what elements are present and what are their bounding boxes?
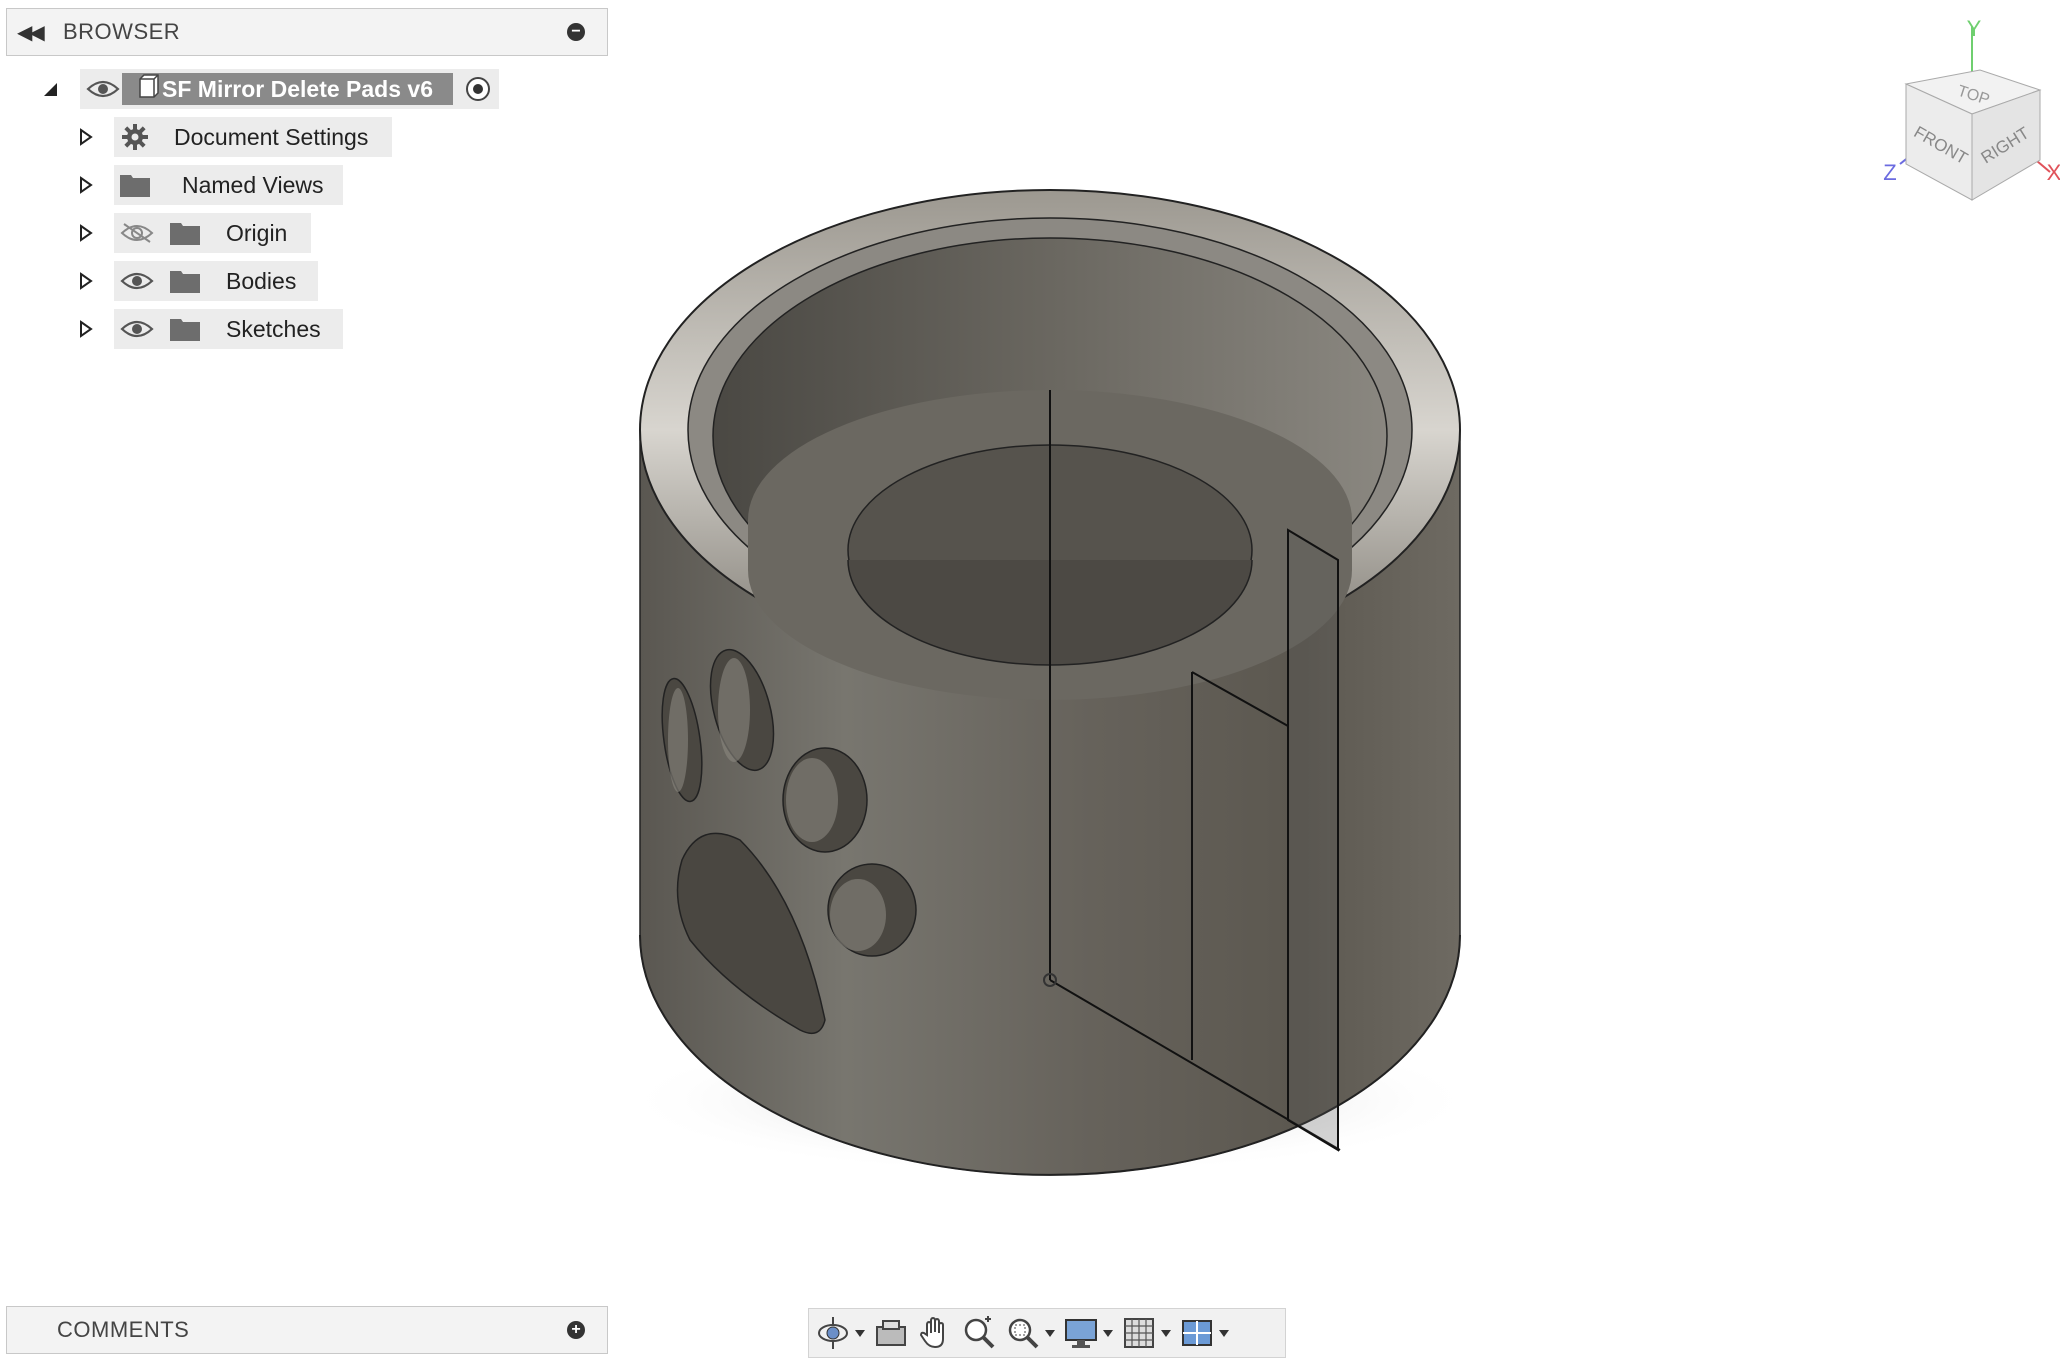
component-icon (134, 73, 162, 106)
bodies-label: Bodies (226, 267, 297, 294)
tree-item-bodies[interactable]: Bodies (76, 260, 319, 302)
eye-icon[interactable] (84, 79, 122, 99)
tree-item-document-settings[interactable]: Document Settings (76, 116, 393, 158)
grid-icon (1121, 1315, 1157, 1351)
eye-icon[interactable] (118, 271, 156, 291)
named-views-label: Named Views (182, 171, 324, 198)
viewcube[interactable]: TOP FRONT RIGHT Y Z X (1860, 14, 2062, 219)
zoom-icon (961, 1315, 997, 1351)
display-settings-button[interactable] (1063, 1313, 1113, 1353)
fit-button[interactable] (1005, 1313, 1055, 1353)
pan-button[interactable] (917, 1313, 953, 1353)
browser-panel-header: ◀◀ BROWSER − (6, 8, 608, 56)
document-settings-chip[interactable]: Document Settings (114, 117, 393, 157)
named-views-chip[interactable]: Named Views (114, 165, 344, 205)
viewports-button[interactable] (1179, 1313, 1229, 1353)
chevron-down-icon[interactable] (1103, 1329, 1113, 1337)
z-axis-label: Z (1883, 160, 1896, 185)
orbit-button[interactable] (815, 1313, 865, 1353)
chevron-down-icon[interactable] (1045, 1329, 1055, 1337)
chevron-down-icon[interactable] (855, 1329, 865, 1337)
look-at-button[interactable] (873, 1313, 909, 1353)
comments-panel-header[interactable]: COMMENTS + (6, 1306, 608, 1354)
grid-button[interactable] (1121, 1313, 1171, 1353)
x-axis-label: X (2047, 160, 2060, 185)
y-axis-label: Y (1967, 16, 1982, 41)
expand-triangle-icon[interactable] (76, 173, 96, 197)
add-comment-button[interactable]: + (567, 1321, 585, 1339)
fit-icon (1005, 1315, 1041, 1351)
origin-chip[interactable]: Origin (114, 213, 312, 253)
zoom-button[interactable] (961, 1313, 997, 1353)
eye-hidden-icon[interactable] (118, 222, 156, 244)
eye-icon[interactable] (118, 319, 156, 339)
root-component-label: SF Mirror Delete Pads v6 (162, 75, 433, 102)
expand-triangle-icon[interactable] (76, 269, 96, 293)
browser-title: BROWSER (63, 19, 181, 44)
tree-item-sketches[interactable]: Sketches (76, 308, 343, 350)
minimize-panel-button[interactable]: − (567, 23, 585, 41)
tree-item-named-views[interactable]: Named Views (76, 164, 344, 206)
collapse-triangle-icon[interactable] (40, 77, 60, 101)
cylinder-model[interactable] (600, 140, 1500, 1240)
sketches-chip[interactable]: Sketches (114, 309, 343, 349)
origin-label: Origin (226, 219, 288, 246)
bodies-chip[interactable]: Bodies (114, 261, 319, 301)
folder-icon (168, 316, 202, 342)
expand-triangle-icon[interactable] (76, 125, 96, 149)
document-settings-label: Document Settings (174, 123, 369, 150)
tree-root-row[interactable]: SF Mirror Delete Pads v6 (40, 68, 499, 110)
activate-radio-icon[interactable] (463, 74, 493, 104)
tree-item-origin[interactable]: Origin (76, 212, 312, 254)
folder-icon (168, 220, 202, 246)
expand-triangle-icon[interactable] (76, 317, 96, 341)
viewports-icon (1179, 1315, 1215, 1351)
root-selected-label[interactable]: SF Mirror Delete Pads v6 (122, 73, 453, 105)
expand-triangle-icon[interactable] (76, 221, 96, 245)
folder-icon (168, 268, 202, 294)
look-at-icon (873, 1315, 909, 1351)
navigation-toolbar (808, 1308, 1286, 1358)
gear-icon (118, 123, 152, 151)
comments-title: COMMENTS (57, 1317, 190, 1342)
3d-viewport[interactable] (600, 140, 1500, 1245)
collapse-panel-icon[interactable]: ◀◀ (17, 20, 57, 45)
chevron-down-icon[interactable] (1219, 1329, 1229, 1337)
root-component[interactable]: SF Mirror Delete Pads v6 (80, 69, 499, 109)
folder-icon (118, 172, 152, 198)
display-settings-icon (1063, 1315, 1099, 1351)
pan-icon (917, 1315, 953, 1351)
orbit-icon (815, 1315, 851, 1351)
sketches-label: Sketches (226, 315, 321, 342)
chevron-down-icon[interactable] (1161, 1329, 1171, 1337)
